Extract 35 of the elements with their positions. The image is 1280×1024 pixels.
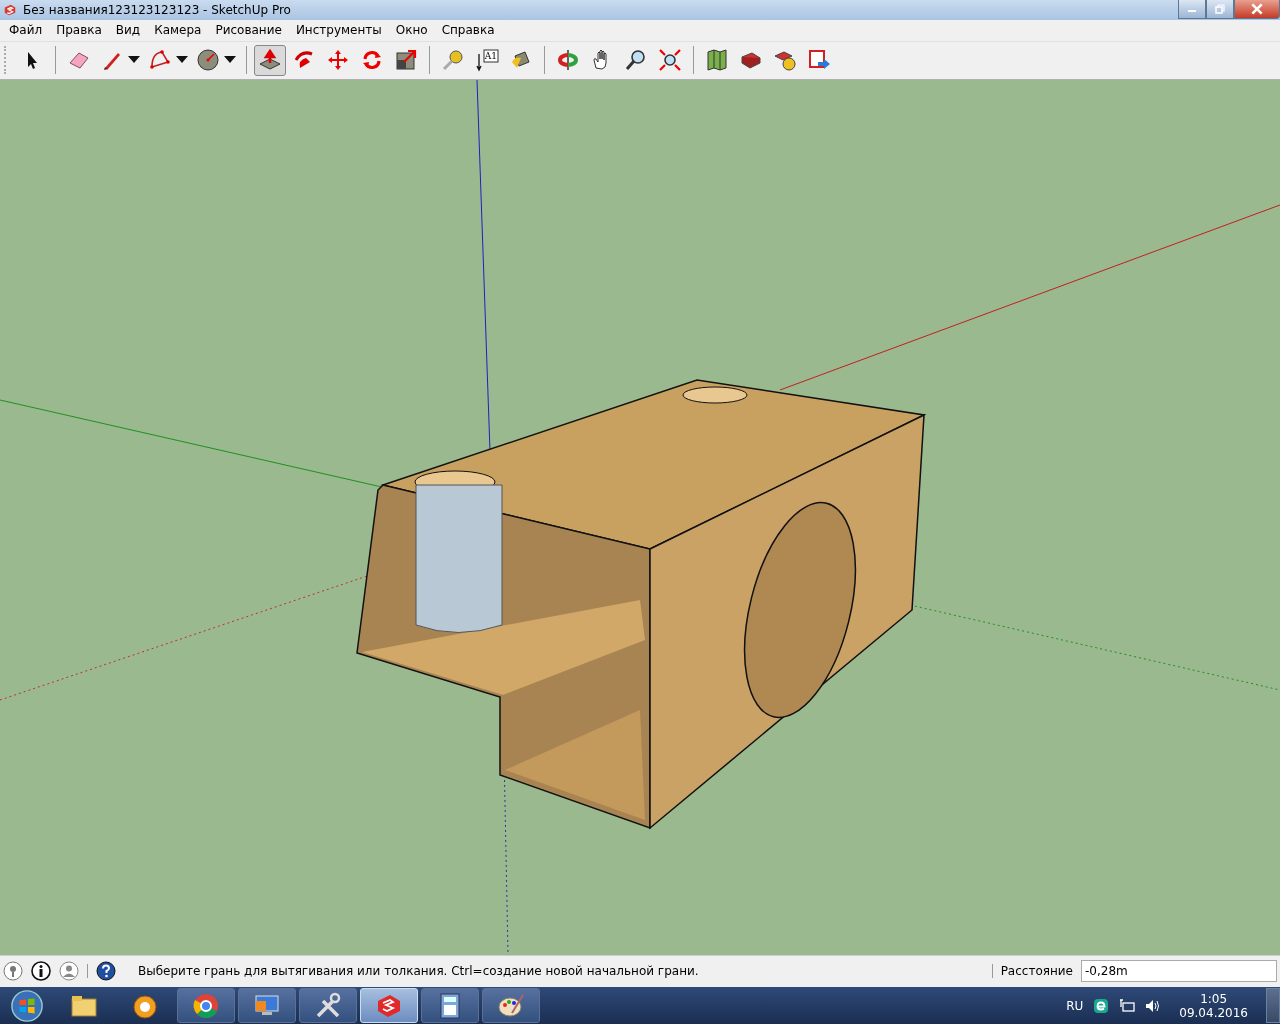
menu-item[interactable]: Камера <box>147 23 209 38</box>
menu-item[interactable]: Файл <box>2 23 50 38</box>
window-title: Без названия123123123123 - SketchUp Pro <box>23 2 292 17</box>
antivirus-icon[interactable] <box>1093 997 1110 1014</box>
menu-item[interactable]: Правка <box>49 23 109 38</box>
measurement-label: Расстояние <box>1000 964 1073 979</box>
restore-button[interactable] <box>1206 0 1234 19</box>
minimize-button[interactable] <box>1178 0 1206 19</box>
taskbar-app-button[interactable] <box>421 988 479 1023</box>
caret-icon[interactable] <box>128 56 140 65</box>
menu-item[interactable]: Окно <box>388 23 435 38</box>
taskbar-app-button[interactable] <box>177 988 235 1023</box>
language-indicator[interactable]: RU <box>1066 998 1084 1013</box>
circle-icon[interactable] <box>196 48 220 73</box>
caret-icon[interactable] <box>176 56 188 65</box>
menu-item[interactable]: Вид <box>108 23 148 38</box>
help-icon[interactable] <box>96 961 116 982</box>
caret-icon[interactable] <box>224 56 236 65</box>
taskbar-app-button[interactable] <box>299 988 357 1023</box>
measurement-field[interactable]: -0,28m <box>1081 960 1277 983</box>
network-icon[interactable] <box>1119 997 1136 1014</box>
location-pin-icon[interactable] <box>3 961 23 982</box>
app-logo-icon <box>3 2 17 17</box>
status-message: Выберите грань для вытягивания или толкания. Ctrl=создание новой начальной грани. <box>137 964 700 979</box>
clock-time[interactable]: 1:05 <box>1200 991 1228 1006</box>
menu-item[interactable]: Инструменты <box>288 23 389 38</box>
taskbar-app-button[interactable] <box>482 988 540 1023</box>
menu-item[interactable]: Рисование <box>208 23 289 38</box>
info-icon[interactable] <box>31 961 51 982</box>
menu-item[interactable]: Справка <box>434 23 502 38</box>
clock-date[interactable]: 09.04.2016 <box>1179 1005 1248 1020</box>
close-button[interactable] <box>1234 0 1280 19</box>
user-icon[interactable] <box>59 961 79 982</box>
close-icon[interactable] <box>1250 3 1264 15</box>
tool-button[interactable]: A1 <box>471 44 503 76</box>
